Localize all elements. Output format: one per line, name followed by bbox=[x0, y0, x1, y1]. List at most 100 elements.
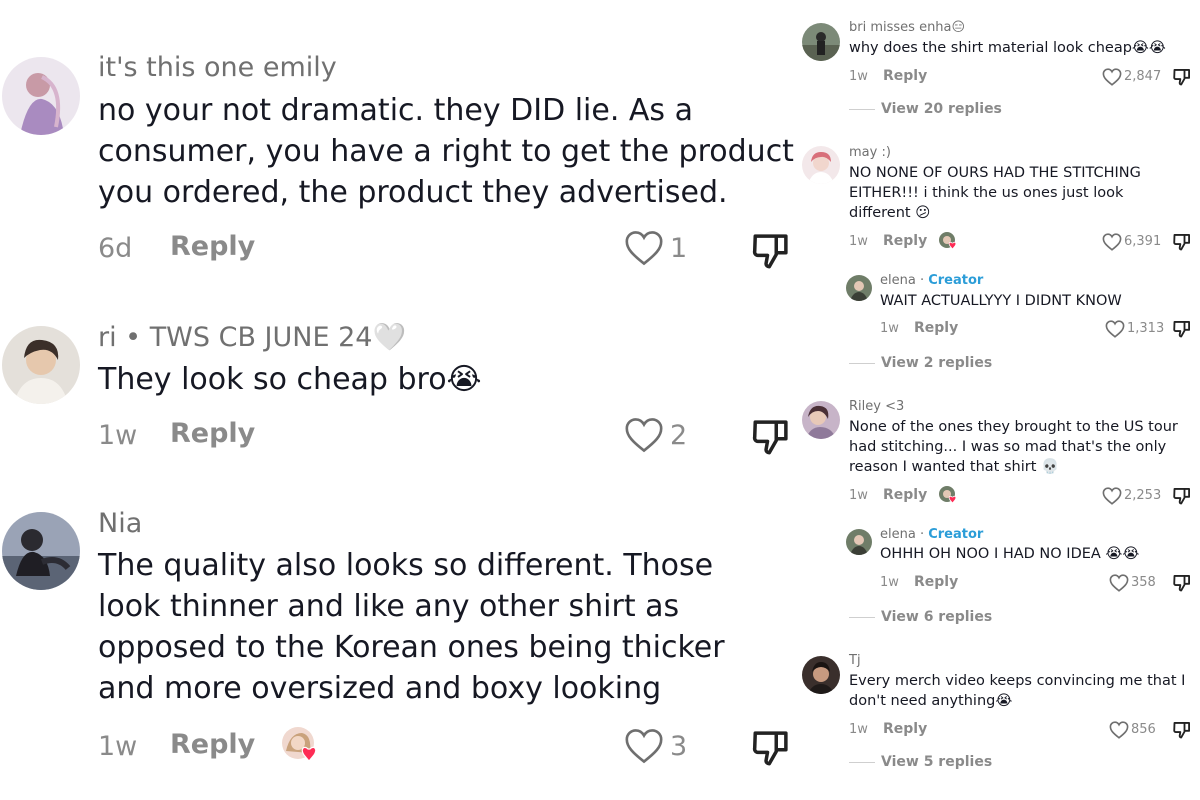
reply-button[interactable]: Reply bbox=[883, 68, 927, 84]
like-count: 2 bbox=[670, 420, 688, 451]
comment-text: no your not dramatic. they DID lie. As a… bbox=[98, 90, 798, 213]
comment-line: OHHH OH NOO I HAD NO IDEA 😭😭 bbox=[880, 546, 1140, 562]
comment-line: EITHER!!! i think the us ones just look bbox=[849, 185, 1124, 201]
username-label[interactable]: elena bbox=[880, 527, 916, 542]
heart-outline-icon[interactable] bbox=[1102, 487, 1122, 505]
heart-outline-icon[interactable] bbox=[1109, 721, 1129, 739]
reply-button[interactable]: Reply bbox=[883, 487, 927, 503]
comment-line: NO NONE OF OURS HAD THE STITCHING bbox=[849, 165, 1141, 181]
avatar[interactable] bbox=[802, 146, 840, 184]
avatar[interactable] bbox=[2, 326, 80, 404]
comment-time: 1w bbox=[98, 420, 138, 451]
divider bbox=[849, 108, 875, 110]
avatar[interactable] bbox=[802, 23, 840, 61]
thumbs-down-icon[interactable] bbox=[1172, 573, 1192, 593]
avatar[interactable] bbox=[846, 275, 872, 301]
like-count: 2,253 bbox=[1124, 488, 1162, 503]
creator-liked-avatar-icon bbox=[280, 725, 320, 765]
thumbs-down-icon[interactable] bbox=[1172, 319, 1192, 339]
comment-text: WAIT ACTUALLYYY I DIDNT KNOW bbox=[880, 291, 1200, 311]
comment-line: don't need anything😭 bbox=[849, 693, 1013, 709]
comment-line: why does the shirt material look cheap😭😭 bbox=[849, 40, 1166, 56]
comment-time: 1w bbox=[880, 321, 899, 336]
avatar[interactable] bbox=[2, 512, 80, 590]
like-count: 3 bbox=[670, 731, 688, 762]
left-comment-panel: it's this one emily no your not dramatic… bbox=[0, 0, 800, 800]
thumbs-down-icon[interactable] bbox=[750, 416, 792, 458]
heart-outline-icon[interactable] bbox=[624, 728, 664, 764]
reply-button[interactable]: Reply bbox=[914, 574, 958, 590]
comment-username[interactable]: Nia bbox=[98, 508, 142, 539]
comment-time: 1w bbox=[98, 731, 138, 762]
avatar[interactable] bbox=[2, 57, 80, 135]
comment-time: 1w bbox=[849, 488, 868, 503]
reply-button[interactable]: Reply bbox=[170, 418, 255, 449]
like-count: 1,313 bbox=[1127, 321, 1165, 336]
heart-outline-icon[interactable] bbox=[1102, 68, 1122, 86]
comment-line: Every merch video keeps convincing me th… bbox=[849, 673, 1186, 689]
comment-text: The quality also looks so different. Tho… bbox=[98, 545, 798, 709]
heart-outline-icon[interactable] bbox=[1109, 574, 1129, 592]
username-label[interactable]: elena bbox=[880, 273, 916, 288]
reply-button[interactable]: Reply bbox=[914, 320, 958, 336]
comment-line: no your not dramatic. they DID lie. As a bbox=[98, 93, 693, 128]
comment-line: reason I wanted that shirt 💀 bbox=[849, 459, 1060, 475]
thumbs-down-icon[interactable] bbox=[1172, 232, 1192, 252]
like-count: 2,847 bbox=[1124, 69, 1162, 84]
thumbs-down-icon[interactable] bbox=[750, 230, 792, 272]
view-replies-label: View 5 replies bbox=[881, 754, 993, 770]
view-replies-button[interactable]: View 5 replies bbox=[849, 754, 992, 770]
thumbs-down-icon[interactable] bbox=[1172, 720, 1192, 740]
comment-username[interactable]: ri • TWS CB JUNE 24🤍 bbox=[98, 321, 406, 353]
heart-outline-icon[interactable] bbox=[624, 417, 664, 453]
avatar[interactable] bbox=[846, 529, 872, 555]
reply-button[interactable]: Reply bbox=[170, 231, 255, 262]
creator-badge: Creator bbox=[928, 273, 984, 288]
heart-outline-icon[interactable] bbox=[1105, 320, 1125, 338]
reply-button[interactable]: Reply bbox=[883, 721, 927, 737]
comment-time: 1w bbox=[849, 69, 868, 84]
like-count: 6,391 bbox=[1124, 234, 1162, 249]
comment-username[interactable]: bri misses enha😑 bbox=[849, 20, 965, 35]
comment-line: consumer, you have a right to get the pr… bbox=[98, 134, 794, 169]
thumbs-down-icon[interactable] bbox=[750, 727, 792, 769]
view-replies-label: View 2 replies bbox=[881, 355, 993, 371]
avatar[interactable] bbox=[802, 656, 840, 694]
right-comment-panel: bri misses enha😑 why does the shirt mate… bbox=[800, 0, 1200, 800]
comment-time: 1w bbox=[880, 575, 899, 590]
reply-button[interactable]: Reply bbox=[883, 233, 927, 249]
divider bbox=[849, 761, 875, 763]
view-replies-button[interactable]: View 20 replies bbox=[849, 101, 1002, 117]
view-replies-label: View 6 replies bbox=[881, 609, 993, 625]
comment-username[interactable]: may :) bbox=[849, 145, 891, 160]
comment-time: 6d bbox=[98, 233, 133, 264]
comment-text: NO NONE OF OURS HAD THE STITCHING EITHER… bbox=[849, 163, 1194, 223]
comment-line: and more oversized and boxy looking bbox=[98, 671, 662, 706]
comment-username[interactable]: Riley <3 bbox=[849, 399, 904, 414]
divider bbox=[849, 362, 875, 364]
comment-line: you ordered, the product they advertised… bbox=[98, 175, 728, 210]
comment-username: elena · Creator bbox=[880, 273, 984, 288]
comment-username: elena · Creator bbox=[880, 527, 984, 542]
comment-text: They look so cheap bro😭 bbox=[98, 359, 798, 400]
like-count: 1 bbox=[670, 233, 688, 264]
thumbs-down-icon[interactable] bbox=[1172, 67, 1192, 87]
comment-text: Every merch video keeps convincing me th… bbox=[849, 671, 1194, 711]
creator-liked-avatar-icon bbox=[938, 231, 958, 251]
comment-time: 1w bbox=[849, 722, 868, 737]
comment-line: They look so cheap bro😭 bbox=[98, 362, 482, 397]
comment-username[interactable]: it's this one emily bbox=[98, 52, 337, 83]
thumbs-down-icon[interactable] bbox=[1172, 486, 1192, 506]
comment-username[interactable]: Tj bbox=[849, 653, 861, 668]
avatar[interactable] bbox=[802, 401, 840, 439]
heart-outline-icon[interactable] bbox=[624, 230, 664, 266]
comment-line: The quality also looks so different. Tho… bbox=[98, 548, 714, 583]
reply-button[interactable]: Reply bbox=[170, 729, 255, 760]
heart-outline-icon[interactable] bbox=[1102, 233, 1122, 251]
view-replies-button[interactable]: View 2 replies bbox=[849, 355, 992, 371]
comment-line: different 😕 bbox=[849, 205, 931, 221]
view-replies-button[interactable]: View 6 replies bbox=[849, 609, 992, 625]
comment-text: why does the shirt material look cheap😭😭 bbox=[849, 38, 1194, 58]
comment-text: None of the ones they brought to the US … bbox=[849, 417, 1194, 477]
comment-line: opposed to the Korean ones being thicker bbox=[98, 630, 725, 665]
